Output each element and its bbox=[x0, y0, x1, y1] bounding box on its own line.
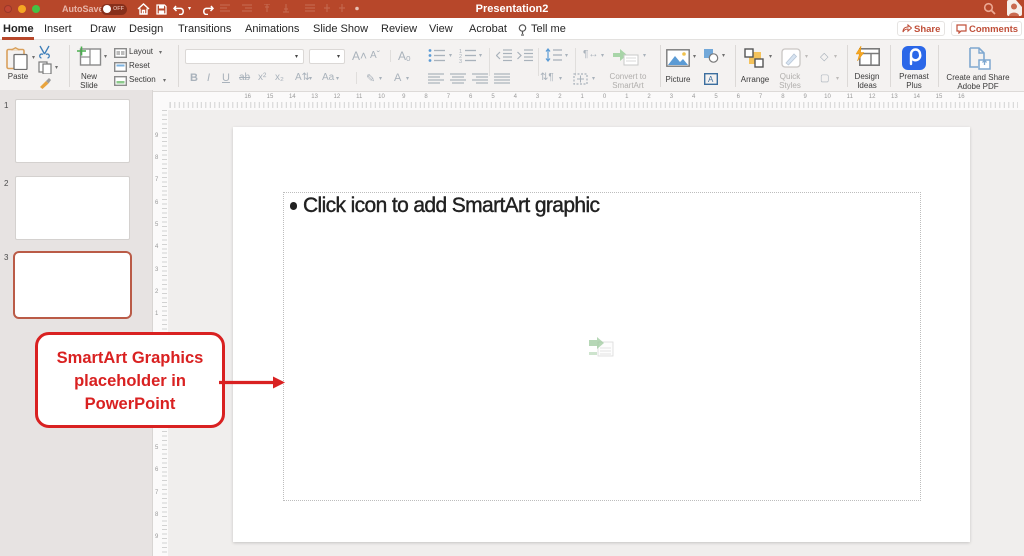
svg-text:3: 3 bbox=[459, 59, 462, 63]
svg-text:A: A bbox=[708, 75, 714, 84]
